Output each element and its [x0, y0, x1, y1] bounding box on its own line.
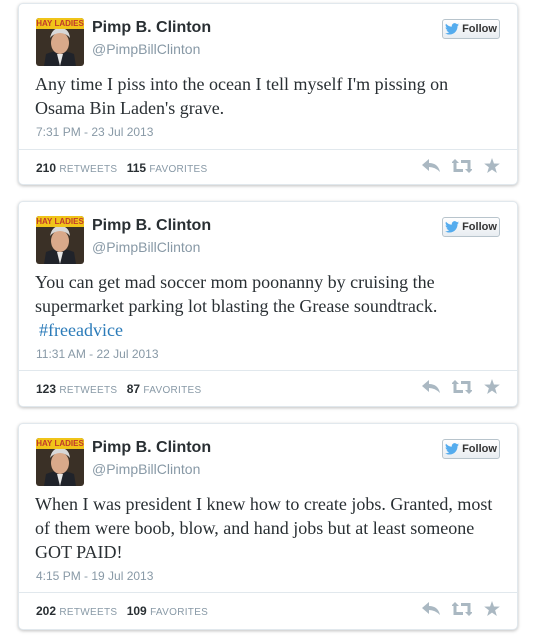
retweet-count[interactable]: 202 [36, 604, 56, 618]
tweet-card: HAY LADIES Pimp B. Clinton @PimpBillClin… [18, 3, 518, 185]
reply-icon[interactable] [422, 379, 440, 399]
retweet-icon[interactable] [451, 601, 473, 621]
tweet-body: You can get mad soccer mom poonanny by c… [35, 272, 438, 316]
tweet-stats: 123 RETWEETS 87 FAVORITES [36, 382, 207, 396]
twitter-bird-icon [445, 443, 460, 455]
tweet-text: You can get mad soccer mom poonanny by c… [35, 270, 501, 342]
follow-button[interactable]: Follow [442, 19, 500, 39]
retweet-icon[interactable] [451, 158, 473, 178]
retweets-label: RETWEETS [59, 164, 118, 175]
tweet-actions [422, 379, 500, 399]
favorites-label: FAVORITES [149, 164, 208, 175]
reply-icon[interactable] [422, 158, 440, 178]
user-handle[interactable]: @PimpBillClinton [92, 41, 200, 57]
avatar[interactable]: HAY LADIES [36, 438, 84, 486]
divider [19, 149, 517, 150]
tweet-body: When I was president I knew how to creat… [35, 494, 493, 562]
tweet-stats: 202 RETWEETS 109 FAVORITES [36, 604, 214, 618]
timestamp[interactable]: 4:15 PM - 19 Jul 2013 [36, 569, 153, 583]
tweet-card: HAY LADIES Pimp B. Clinton @PimpBillClin… [18, 423, 518, 630]
twitter-bird-icon [445, 221, 460, 233]
retweet-count[interactable]: 210 [36, 161, 56, 175]
tweet-card: HAY LADIES Pimp B. Clinton @PimpBillClin… [18, 201, 518, 407]
follow-label: Follow [462, 221, 497, 233]
tweet-stats: 210 RETWEETS 115 FAVORITES [36, 161, 213, 175]
follow-button[interactable]: Follow [442, 439, 500, 459]
timestamp[interactable]: 11:31 AM - 22 Jul 2013 [36, 347, 159, 361]
favorite-count[interactable]: 115 [127, 161, 146, 175]
user-name[interactable]: Pimp B. Clinton [92, 217, 211, 235]
follow-label: Follow [462, 23, 497, 35]
avatar[interactable]: HAY LADIES [36, 18, 84, 66]
follow-button[interactable]: Follow [442, 217, 500, 237]
divider [19, 370, 517, 371]
tweet-text: When I was president I knew how to creat… [35, 492, 501, 564]
user-name[interactable]: Pimp B. Clinton [92, 19, 211, 37]
avatar-caption: HAY LADIES [36, 217, 84, 226]
tweet-body: Any time I piss into the ocean I tell my… [35, 74, 449, 118]
divider [19, 592, 517, 593]
retweets-label: RETWEETS [59, 385, 118, 396]
tweet-actions [422, 601, 500, 621]
follow-label: Follow [462, 443, 497, 455]
retweet-count[interactable]: 123 [36, 382, 56, 396]
retweet-icon[interactable] [451, 379, 473, 399]
user-handle[interactable]: @PimpBillClinton [92, 461, 200, 477]
user-name[interactable]: Pimp B. Clinton [92, 439, 211, 457]
star-icon[interactable] [484, 158, 500, 178]
retweets-label: RETWEETS [59, 607, 118, 618]
favorites-label: FAVORITES [150, 607, 209, 618]
tweet-actions [422, 158, 500, 178]
star-icon[interactable] [484, 379, 500, 399]
avatar[interactable]: HAY LADIES [36, 216, 84, 264]
avatar-caption: HAY LADIES [36, 439, 84, 448]
star-icon[interactable] [484, 601, 500, 621]
timestamp[interactable]: 7:31 PM - 23 Jul 2013 [36, 125, 153, 139]
avatar-caption: HAY LADIES [36, 19, 84, 28]
hashtag-link[interactable]: #freeadvice [35, 320, 123, 340]
favorites-label: FAVORITES [143, 385, 202, 396]
tweet-text: Any time I piss into the ocean I tell my… [35, 72, 501, 120]
favorite-count[interactable]: 87 [127, 382, 140, 396]
twitter-bird-icon [445, 23, 460, 35]
favorite-count[interactable]: 109 [127, 604, 147, 618]
reply-icon[interactable] [422, 601, 440, 621]
user-handle[interactable]: @PimpBillClinton [92, 239, 200, 255]
